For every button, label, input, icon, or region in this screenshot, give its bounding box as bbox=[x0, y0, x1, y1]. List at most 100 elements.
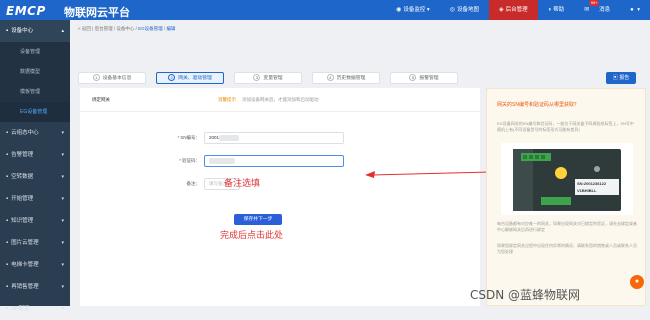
menu-icon: ▪ bbox=[6, 130, 9, 136]
topnav-label: 帮助 bbox=[553, 7, 565, 13]
help-paragraph: 如果您绑定网关过程中出现任何异常的情况，请联系您的销售或人员或联系人员为您处理 bbox=[497, 243, 637, 254]
sn-row: *SN编号： 2001D bbox=[140, 132, 350, 144]
help-title: 网关的SN编号和验证码从哪里获取？ bbox=[497, 102, 579, 108]
panel-header: 绑定网关 温馨提示 添加设备网关后，才能添加和启动驱动 bbox=[80, 88, 480, 112]
help-paragraph: EG设备网关的SN编号和验证码，一般位于网关盒子四周贴纸标签上，SN号中随机上有… bbox=[497, 121, 634, 132]
sidebar-group-label: 云组态中心 bbox=[11, 130, 39, 136]
sidebar-group-label: 告警管理 bbox=[11, 152, 34, 158]
topnav-item[interactable]: ✉99+消息 bbox=[574, 0, 620, 20]
remark-annotation: 备注选填 bbox=[224, 178, 261, 188]
menu-icon: ▪ bbox=[6, 196, 9, 202]
code-label: *验证码： bbox=[179, 158, 200, 163]
step-number: 4 bbox=[326, 74, 334, 82]
sidebar-group[interactable]: ▪ 再销售管理 ▾ bbox=[0, 276, 70, 298]
save-annotation: 完成后点击此处 bbox=[220, 230, 284, 240]
top-nav: ◉ 设备监控 ▾ ◎ 设备地图 ◈ 后台管理 ◑ 帮助 ✉99+消息 ● ▾ bbox=[386, 0, 650, 20]
map-icon: ◎ bbox=[449, 7, 455, 13]
chevron-down-icon: ▾ bbox=[61, 240, 64, 246]
topnav-item[interactable]: ◑ 帮助 bbox=[538, 0, 575, 20]
float-chat-icon[interactable]: ● bbox=[630, 275, 644, 289]
sidebar-group[interactable]: ▪ 空转数据 ▾ bbox=[0, 166, 70, 188]
save-next-button[interactable]: 保存并下一步 bbox=[234, 214, 282, 225]
sidebar-group-label: 开始管理 bbox=[11, 196, 34, 202]
report-button[interactable]: ▣ 报告 bbox=[606, 72, 636, 84]
sidebar-item[interactable]: 设备管理 bbox=[0, 42, 70, 62]
sidebar-item[interactable]: 数据模型 bbox=[0, 62, 70, 82]
chevron-down-icon: ▾ bbox=[635, 7, 640, 13]
chevron-down-icon: ▾ bbox=[61, 218, 64, 224]
topnav-item[interactable]: ● ▾ bbox=[620, 0, 650, 20]
sidebar-group[interactable]: ▪ 电梯卡管理 ▾ bbox=[0, 254, 70, 276]
gateway-device-image: DC24V RS485 SN:2001236122 V1BHIBLL bbox=[501, 143, 633, 215]
breadcrumb-current: 编辑 bbox=[166, 26, 176, 31]
step-number: 2 bbox=[168, 74, 176, 82]
sidebar-item[interactable]: 模板管理 bbox=[0, 82, 70, 102]
breadcrumb-item[interactable]: 后台管理 bbox=[95, 26, 113, 31]
help-icon: ◑ bbox=[547, 7, 552, 13]
sidebar-group[interactable]: ▪ 设备中心 ▴ bbox=[0, 20, 70, 42]
user-icon: ● bbox=[630, 7, 634, 13]
sidebar-group[interactable]: ▪ 开始管理 ▾ bbox=[0, 188, 70, 210]
annotation-arrow bbox=[365, 171, 492, 178]
chevron-down-icon: ▾ bbox=[61, 152, 64, 158]
chevron-down-icon: ▾ bbox=[61, 306, 64, 312]
step-tab[interactable]: 1 设备基本信息 bbox=[78, 72, 146, 84]
breadcrumb: < 返回 | 后台管理 / 设备中心 / EG设备管理 / 编辑 bbox=[78, 26, 176, 31]
chevron-down-icon: ▾ bbox=[61, 284, 64, 290]
topnav-item[interactable]: ◈ 后台管理 bbox=[488, 0, 538, 20]
step-tab[interactable]: 3 变量管理 bbox=[234, 72, 302, 84]
chevron-down-icon: ▾ bbox=[61, 196, 64, 202]
step-number: 5 bbox=[409, 74, 417, 82]
step-tab-label: 变量管理 bbox=[263, 76, 283, 81]
notification-badge: 99+ bbox=[589, 0, 600, 6]
sn-input[interactable]: 2001D bbox=[204, 132, 344, 144]
step-tab-label: 网关、驱动管理 bbox=[178, 76, 212, 81]
verification-code-input[interactable] bbox=[204, 155, 344, 167]
topnav-label: 后台管理 bbox=[505, 7, 528, 13]
topnav-item[interactable]: ◎ 设备地图 bbox=[440, 0, 489, 20]
tip-key: 温馨提示 bbox=[218, 97, 236, 102]
step-tab-label: 设备基本信息 bbox=[102, 76, 132, 81]
sidebar-group-label: AP配置 bbox=[11, 306, 30, 312]
monitor-icon: ◉ bbox=[396, 7, 402, 13]
masked-value bbox=[209, 158, 235, 164]
menu-icon: ▪ bbox=[6, 284, 9, 290]
sidebar-group-label: 再销售管理 bbox=[11, 284, 39, 290]
sidebar-group-label: 电梯卡管理 bbox=[11, 262, 39, 268]
step-tab[interactable]: 4 历史数据管理 bbox=[312, 72, 380, 84]
menu-icon: ▪ bbox=[6, 152, 9, 158]
sidebar-group-label: 图片云管理 bbox=[11, 240, 39, 246]
report-button-label: 报告 bbox=[619, 75, 630, 81]
bell-icon: ✉ bbox=[584, 7, 590, 13]
sidebar-group[interactable]: ▪ 告警管理 ▾ bbox=[0, 144, 70, 166]
sidebar-group[interactable]: ▪ 云组态中心 ▾ bbox=[0, 122, 70, 144]
back-link[interactable]: < 返回 bbox=[78, 26, 91, 31]
topnav-item[interactable]: ◉ 设备监控 ▾ bbox=[386, 0, 440, 20]
sidebar-group[interactable]: ▪ AP配置 ▾ bbox=[0, 298, 70, 320]
masked-value bbox=[219, 135, 239, 141]
step-tabs: 1 设备基本信息 2 网关、驱动管理 3 变量管理 4 历史数据管理 5 报警管理 bbox=[78, 72, 468, 84]
sidebar-item[interactable]: EG设备管理 bbox=[0, 102, 70, 122]
chevron-down-icon: ▾ bbox=[61, 174, 64, 180]
breadcrumb-item[interactable]: EG设备管理 bbox=[138, 26, 163, 31]
step-number: 1 bbox=[92, 74, 100, 82]
chevron-up-icon: ▴ bbox=[61, 28, 64, 34]
sidebar-group-label: 空转数据 bbox=[11, 174, 34, 180]
breadcrumb-item[interactable]: 设备中心 bbox=[116, 26, 134, 31]
step-tab[interactable]: 2 网关、驱动管理 bbox=[156, 72, 224, 84]
menu-icon: ▪ bbox=[6, 174, 9, 180]
help-panel: 网关的SN编号和验证码从哪里获取？ EG设备网关的SN编号和验证码，一般位于网关… bbox=[486, 88, 646, 306]
admin-icon: ◈ bbox=[498, 7, 504, 13]
device-illustration bbox=[501, 143, 633, 215]
sidebar: ▪ 设备中心 ▴ 设备管理 数据模型 模板管理 EG设备管理 ▪ 云组态中心 ▾ ▪ 告警管理 ▾ ▪ 空转… bbox=[0, 20, 70, 312]
main-content: < 返回 | 后台管理 / 设备中心 / EG设备管理 / 编辑 1 设备基本信息… bbox=[70, 20, 650, 306]
sidebar-group[interactable]: ▪ 知识管理 ▾ bbox=[0, 210, 70, 232]
sidebar-group[interactable]: ▪ 图片云管理 ▾ bbox=[0, 232, 70, 254]
menu-icon: ▪ bbox=[6, 240, 9, 246]
step-tab-label: 报警管理 bbox=[419, 76, 439, 81]
topnav-label: 设备地图 bbox=[456, 7, 479, 13]
sidebar-group-label: 设备中心 bbox=[11, 28, 34, 34]
logo[interactable]: EMCP bbox=[6, 4, 46, 18]
step-tab-label: 历史数据管理 bbox=[336, 76, 366, 81]
step-tab[interactable]: 5 报警管理 bbox=[390, 72, 458, 84]
